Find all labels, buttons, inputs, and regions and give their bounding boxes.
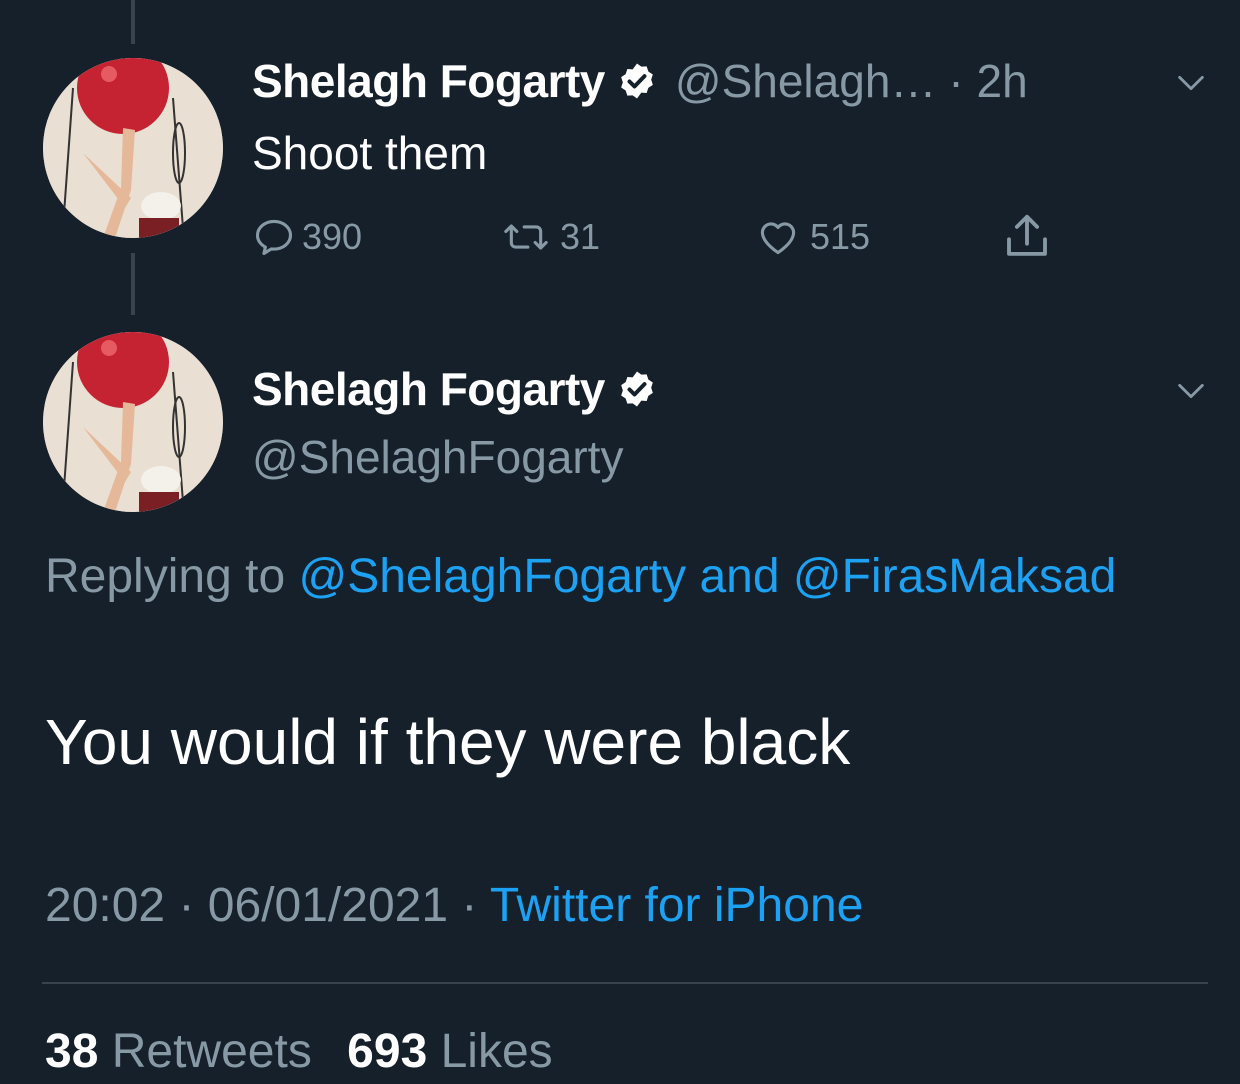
tweet-meta: 20:02 · 06/01/2021 · Twitter for iPhone [45, 878, 863, 933]
like-count: 515 [810, 216, 871, 257]
reply-icon [255, 219, 293, 256]
like-icon [760, 222, 796, 255]
reply-count: 390 [302, 216, 363, 257]
meta-separator: · [461, 879, 490, 932]
share-button[interactable] [1000, 212, 1060, 262]
share-icon [1007, 214, 1047, 256]
replying-to: Replying to @ShelaghFogarty and @FirasMa… [45, 540, 1205, 614]
divider [42, 982, 1208, 984]
avatar[interactable] [43, 58, 223, 238]
meta-separator: · [178, 879, 208, 932]
like-count: 693 [347, 1025, 428, 1078]
retweet-button[interactable]: 31 [498, 212, 600, 262]
verified-badge-icon [617, 61, 657, 101]
tweet1-text: Shoot them [252, 127, 488, 179]
replying-and[interactable]: and [699, 550, 779, 603]
handle[interactable]: @Shelagh… [675, 54, 937, 108]
chevron-down-icon[interactable] [1174, 66, 1208, 100]
chevron-down-icon[interactable] [1174, 374, 1208, 408]
replying-to-label: Replying to [45, 550, 286, 603]
mention-link[interactable]: @FirasMaksad [793, 550, 1116, 603]
tweet-source[interactable]: Twitter for iPhone [490, 879, 864, 932]
tweet1-header: Shelagh Fogarty @Shelagh… · 2h [252, 54, 1028, 108]
tweet-time[interactable]: 20:02 [45, 879, 165, 932]
tweet2-text: You would if they were black [45, 706, 851, 778]
reply-button[interactable]: 390 [252, 212, 362, 262]
display-name[interactable]: Shelagh Fogarty [252, 362, 605, 416]
mention-link[interactable]: @ShelaghFogarty [298, 550, 686, 603]
retweet-count: 31 [560, 216, 601, 257]
verified-badge-icon [617, 369, 657, 409]
tweet-date[interactable]: 06/01/2021 [208, 879, 448, 932]
retweets-label: Retweets [111, 1025, 312, 1078]
like-button[interactable]: 515 [752, 212, 870, 262]
likes-stat[interactable]: 693 Likes [347, 1025, 553, 1078]
retweet-icon [504, 224, 548, 250]
avatar[interactable] [43, 332, 223, 512]
likes-label: Likes [440, 1025, 553, 1078]
thread-line-top [131, 0, 135, 44]
tweet2-header: Shelagh Fogarty [252, 362, 657, 416]
retweets-stat[interactable]: 38 Retweets [45, 1025, 312, 1078]
handle[interactable]: @ShelaghFogarty [252, 430, 623, 484]
retweet-count: 38 [45, 1025, 99, 1078]
engagement-stats: 38 Retweets 693 Likes [45, 1024, 553, 1079]
thread-line-middle [131, 253, 135, 315]
timestamp[interactable]: · 2h [948, 54, 1027, 108]
display-name[interactable]: Shelagh Fogarty [252, 54, 605, 108]
